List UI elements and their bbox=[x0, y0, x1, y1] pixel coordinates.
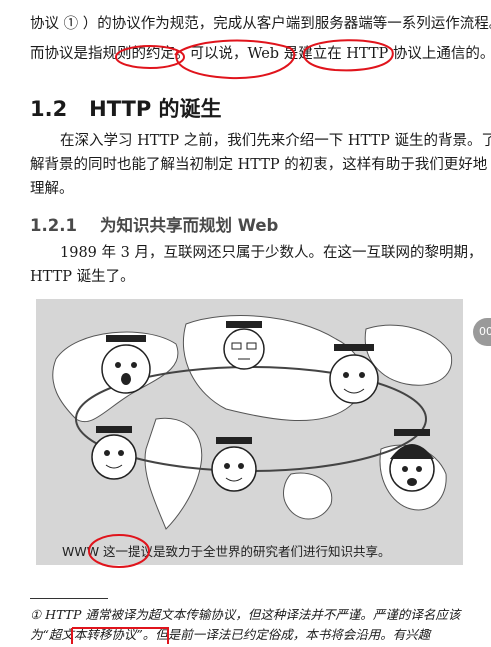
subsection-heading: 1.2.1 为知识共享而规划 Web bbox=[30, 212, 278, 236]
para1-line3: 理解。 bbox=[30, 181, 74, 197]
para1-line1: 在深入学习 HTTP 之前，我们先来介绍一下 HTTP 诞生的背景。了 bbox=[60, 133, 491, 149]
subsection-number: 1.2.1 bbox=[30, 216, 77, 235]
section-heading: 1.2 HTTP 的诞生 bbox=[30, 93, 222, 123]
figure-world-map bbox=[36, 299, 463, 565]
figure-caption: WWW 这一提议是致力于全世界的研究者们进行知识共享。 bbox=[62, 544, 391, 559]
subsection-title: 为知识共享而规划 Web bbox=[99, 216, 279, 235]
text-line-1: 协议 ① ）的协议作为规范，完成从客户端到服务器端等一系列运作流程。 bbox=[30, 16, 491, 32]
para1-line2: 解背景的同时也能了解当初制定 HTTP 的初衷，这样有助于我们更好地 bbox=[30, 157, 488, 173]
section-title: HTTP 的诞生 bbox=[89, 97, 222, 121]
page-number-tab: 003 bbox=[473, 318, 491, 346]
footnote-line2: 为“超文本转移协议”。但是前一译法已约定俗成，本书将会沿用。有兴趣 bbox=[30, 627, 431, 642]
text-line-2: 而协议是指规则的约定。可以说，Web 是建立在 HTTP 协议上通信的。 bbox=[30, 46, 491, 62]
footnote-line1: ① HTTP 通常被译为超文本传输协议，但这种译法并不严谨。严谨的译名应该 bbox=[30, 607, 461, 622]
section-number: 1.2 bbox=[30, 97, 68, 121]
para2-line1: 1989 年 3 月，互联网还只属于少数人。在这一互联网的黎明期， bbox=[60, 245, 483, 261]
footnote-rule bbox=[30, 598, 108, 599]
para2-line2: HTTP 诞生了。 bbox=[30, 269, 135, 285]
world-map-illustration bbox=[52, 315, 453, 530]
